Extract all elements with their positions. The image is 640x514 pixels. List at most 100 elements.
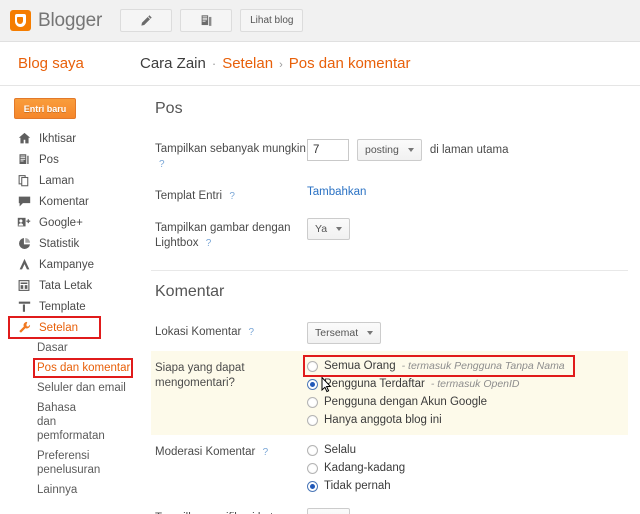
setting-label-text: Tampilkan sebanyak mungkin [155,143,306,155]
radio-label: Pengguna dengan Akun Google [324,396,488,408]
setting-label: Moderasi Komentar ? [155,442,307,460]
setting-row-comment-moderation: Moderasi Komentar ? Selalu Kadang-kadang… [151,435,628,501]
help-icon[interactable]: ? [229,191,235,202]
add-template-link[interactable]: Tambahkan [307,186,366,198]
sidebar-subitem-preferensi-penelusuran[interactable]: Preferensi penelusuran [0,446,100,480]
breadcrumb-blog-name: Cara Zain [140,55,206,72]
section-divider [151,270,628,271]
blogger-wordmark: Blogger [38,9,103,31]
breadcrumb-page[interactable]: Pos dan komentar [289,55,411,72]
setting-label: Lokasi Komentar ? [155,322,307,340]
radio-option-tidak-pernah[interactable]: Tidak pernah [307,478,411,494]
help-icon[interactable]: ? [159,159,165,170]
view-blog-button[interactable]: Lihat blog [240,9,304,32]
comments-section-title: Komentar [155,283,225,300]
sidebar-item-pos[interactable]: Pos [0,149,137,170]
setting-row-word-verification: Tampilkan verifikasi kata ? Ya [151,501,628,514]
sidebar-label: Komentar [39,195,89,208]
sidebar-label: Setelan [39,321,79,334]
posts-count-input[interactable] [307,139,349,161]
setting-row-post-template: Templat Entri ? Tambahkan [151,179,628,211]
breadcrumb-separator-chevron: › [279,59,283,71]
radio-indicator [307,378,318,390]
pencil-icon [140,14,153,27]
radio-option-semua-orang[interactable]: Semua Orang - termasuk Pengguna Tanpa Na… [303,355,575,377]
radio-option-pengguna-terdaftar[interactable]: Pengguna Terdaftar - termasuk OpenID [307,376,571,393]
lightbox-dropdown[interactable]: Ya [307,218,351,240]
setting-label: Templat Entri ? [155,186,307,204]
breadcrumb-section-link[interactable]: Setelan [222,55,273,72]
radio-indicator [307,462,318,474]
sidebar-item-laman[interactable]: Laman [0,170,137,191]
radio-indicator [307,480,318,492]
setting-label-text: Moderasi Komentar [155,446,256,458]
breadcrumb-separator-dot: · [211,56,217,71]
radio-label: Pengguna Terdaftar [324,378,425,390]
sidebar-subitem-dasar[interactable]: Dasar [0,338,137,358]
sidebar-label: Pos [39,153,59,166]
blogger-logo[interactable]: Blogger [10,10,102,32]
sidebar-label: Statistik [39,237,80,250]
posts-list-button[interactable] [180,9,233,32]
radio-option-akun-google[interactable]: Pengguna dengan Akun Google [307,394,571,410]
suffix-text: di laman utama [429,144,509,156]
sidebar-label: Tata Letak [39,279,93,292]
sidebar-item-komentar[interactable]: Komentar [0,191,137,212]
sidebar-subitem-lainnya[interactable]: Lainnya [0,480,137,500]
settings-panel: Pos Tampilkan sebanyak mungkin ? posting… [137,86,640,514]
setting-label-text: Lokasi Komentar [155,326,242,338]
chevron-down-icon [407,148,414,152]
my-blogs-link[interactable]: Blog saya [18,55,140,72]
radio-option-kadang-kadang[interactable]: Kadang-kadang [307,460,411,476]
help-icon[interactable]: ? [206,238,212,249]
sidebar-item-template[interactable]: Template [0,296,137,317]
dropdown-value: Ya [315,223,328,235]
sidebar-subitem-bahasa-dan-pemformatan[interactable]: Bahasa dan pemformatan [0,398,105,446]
sidebar-label: Laman [39,174,75,187]
sidebar-item-tata-letak[interactable]: Tata Letak [0,275,137,296]
radio-label: Selalu [324,444,356,456]
setting-label-text: Tampilkan gambar dengan Lightbox [155,222,291,249]
sidebar-item-statistik[interactable]: Statistik [0,233,137,254]
sidebar-item-google-plus[interactable]: Google+ [0,212,137,233]
posts-unit-dropdown[interactable]: posting [357,139,422,161]
new-post-button[interactable] [120,9,173,32]
breadcrumb: Cara Zain · Setelan › Pos dan komentar [140,55,411,72]
pages-icon [17,174,31,188]
radio-label: Tidak pernah [324,480,391,492]
radio-label: Kadang-kadang [324,462,406,474]
blogger-logo-icon [10,10,31,31]
chevron-down-icon [336,227,343,231]
help-icon[interactable]: ? [249,327,255,338]
radio-label: Hanya anggota blog ini [324,414,442,426]
sidebar-item-setelan[interactable]: Setelan [0,316,137,339]
word-verification-dropdown[interactable]: Ya [307,508,351,514]
radio-indicator [307,444,318,456]
radio-label: Semua Orang [324,360,396,372]
setting-label-text: Templat Entri [155,190,223,202]
radio-option-selalu[interactable]: Selalu [307,442,411,458]
setting-label: Tampilkan sebanyak mungkin ? [155,139,307,172]
sidebar-subitem-seluler-dan-email[interactable]: Seluler dan email [0,378,137,398]
sidebar-label: Ikhtisar [39,132,77,145]
comment-icon [17,195,31,209]
radio-indicator [307,360,318,372]
radio-indicator [307,414,318,426]
breadcrumb-bar: Blog saya Cara Zain · Setelan › Pos dan … [0,42,640,86]
setting-label: Tampilkan gambar dengan Lightbox ? [155,218,307,251]
radio-note: - termasuk Pengguna Tanpa Nama [401,360,565,372]
sidebar-item-ikhtisar[interactable]: Ikhtisar [0,128,137,149]
posts-section-title: Pos [155,100,183,117]
layout-icon [17,279,31,293]
sidebar-item-kampanye[interactable]: Kampanye [0,254,137,275]
radio-option-anggota-blog[interactable]: Hanya anggota blog ini [307,412,571,428]
setting-row-comment-location: Lokasi Komentar ? Tersemat [151,315,628,351]
comment-location-dropdown[interactable]: Tersemat [307,322,382,344]
wrench-icon [17,321,31,335]
new-entry-button[interactable]: Entri baru [14,98,76,119]
google-plus-icon [17,216,31,230]
radio-indicator [307,396,318,408]
help-icon[interactable]: ? [263,447,269,458]
sidebar-subitem-pos-dan-komentar[interactable]: Pos dan komentar [0,358,137,378]
home-icon [17,132,31,146]
